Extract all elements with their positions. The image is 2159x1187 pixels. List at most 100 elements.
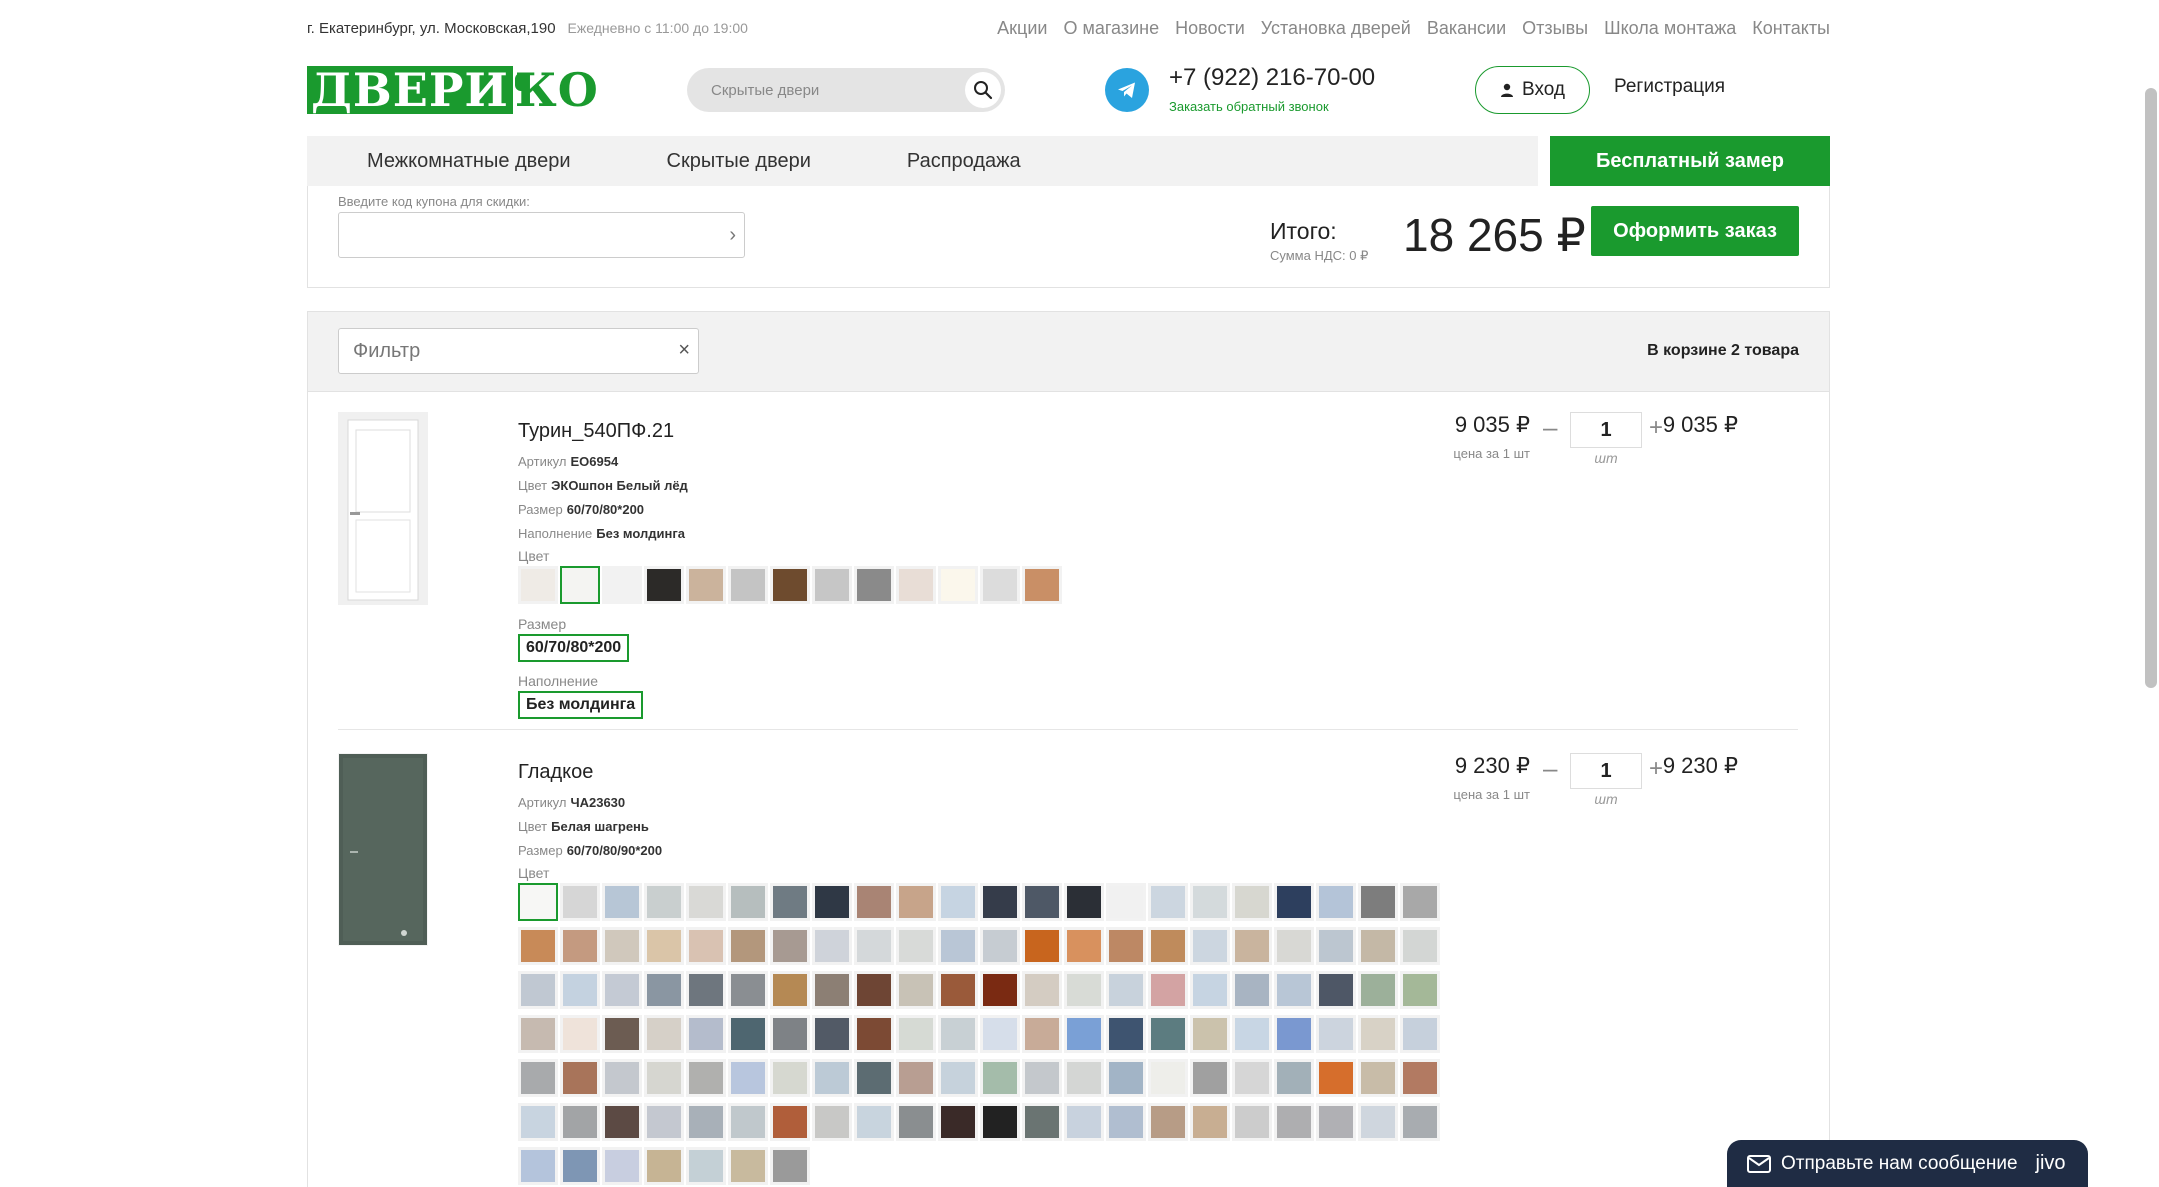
color-swatch[interactable] [1316, 927, 1356, 965]
color-swatch[interactable] [518, 883, 558, 921]
color-swatch[interactable] [896, 883, 936, 921]
color-swatch[interactable] [560, 1059, 600, 1097]
color-swatch[interactable] [1190, 1015, 1230, 1053]
color-swatch[interactable] [560, 566, 600, 604]
color-swatch[interactable] [560, 927, 600, 965]
color-swatch[interactable] [812, 566, 852, 604]
scrollbar-thumb[interactable] [2145, 88, 2157, 688]
color-swatch[interactable] [980, 566, 1020, 604]
color-swatch[interactable] [518, 971, 558, 1009]
color-swatch[interactable] [938, 883, 978, 921]
callback-link[interactable]: Заказать обратный звонок [1169, 99, 1329, 114]
login-button[interactable]: Вход [1475, 66, 1590, 114]
color-swatch[interactable] [1106, 1015, 1146, 1053]
color-swatch[interactable] [560, 1103, 600, 1141]
color-swatch[interactable] [1148, 927, 1188, 965]
color-swatch[interactable] [1022, 1103, 1062, 1141]
color-swatch[interactable] [560, 883, 600, 921]
color-swatch[interactable] [686, 1015, 726, 1053]
color-swatch[interactable] [854, 883, 894, 921]
color-swatch[interactable] [896, 566, 936, 604]
top-nav-promo[interactable]: Акции [997, 18, 1047, 39]
color-swatch[interactable] [938, 1015, 978, 1053]
top-nav-vacancies[interactable]: Вакансии [1427, 18, 1506, 39]
color-swatch[interactable] [812, 927, 852, 965]
coupon-input[interactable]: › [338, 212, 745, 258]
color-swatch[interactable] [1316, 1015, 1356, 1053]
color-swatch[interactable] [770, 1059, 810, 1097]
color-swatch[interactable] [1232, 883, 1272, 921]
color-swatch[interactable] [1064, 883, 1104, 921]
color-swatch[interactable] [1064, 1059, 1104, 1097]
color-swatch[interactable] [686, 566, 726, 604]
color-swatch[interactable] [1148, 883, 1188, 921]
color-swatch[interactable] [602, 566, 642, 604]
color-swatch[interactable] [518, 1147, 558, 1185]
color-swatch[interactable] [644, 566, 684, 604]
top-nav-school[interactable]: Школа монтажа [1604, 18, 1736, 39]
color-swatch[interactable] [1316, 971, 1356, 1009]
menu-item-sale[interactable]: Распродажа [907, 150, 1021, 173]
color-swatch[interactable] [644, 971, 684, 1009]
chat-widget[interactable]: Отправьте нам сообщение jivo [1727, 1140, 2088, 1187]
color-swatch[interactable] [1358, 927, 1398, 965]
color-swatch[interactable] [518, 1103, 558, 1141]
qty-input[interactable]: 1 [1570, 753, 1642, 789]
color-swatch[interactable] [980, 1103, 1020, 1141]
qty-input[interactable]: 1 [1570, 412, 1642, 448]
color-swatch[interactable] [1190, 883, 1230, 921]
color-swatch[interactable] [728, 1059, 768, 1097]
color-swatch[interactable] [1358, 971, 1398, 1009]
color-swatch[interactable] [854, 1103, 894, 1141]
product-name[interactable]: Турин_540ПФ.21 [518, 420, 674, 443]
free-measure-button[interactable]: Бесплатный замер [1550, 136, 1830, 186]
color-swatch[interactable] [518, 927, 558, 965]
color-swatch[interactable] [1274, 971, 1314, 1009]
color-swatch[interactable] [770, 927, 810, 965]
color-swatch[interactable] [1358, 1103, 1398, 1141]
color-swatch[interactable] [602, 971, 642, 1009]
color-swatch[interactable] [1400, 883, 1440, 921]
color-swatch[interactable] [1190, 971, 1230, 1009]
color-swatch[interactable] [728, 971, 768, 1009]
color-swatch[interactable] [1274, 883, 1314, 921]
color-swatch[interactable] [518, 1015, 558, 1053]
color-swatch[interactable] [1316, 1103, 1356, 1141]
color-swatch[interactable] [1064, 927, 1104, 965]
color-swatch[interactable] [1190, 1103, 1230, 1141]
product-image[interactable] [338, 753, 428, 946]
color-swatch[interactable] [686, 1059, 726, 1097]
color-swatch[interactable] [770, 1103, 810, 1141]
color-swatch[interactable] [1106, 1059, 1146, 1097]
color-swatch[interactable] [812, 1103, 852, 1141]
top-nav-about[interactable]: О магазине [1063, 18, 1159, 39]
color-swatch[interactable] [518, 1059, 558, 1097]
color-swatch[interactable] [896, 971, 936, 1009]
color-swatch[interactable] [770, 1147, 810, 1185]
color-swatch[interactable] [1232, 1015, 1272, 1053]
color-swatch[interactable] [1022, 1059, 1062, 1097]
site-logo[interactable]: ДВЕРИ КО [307, 63, 598, 117]
color-swatch[interactable] [728, 1147, 768, 1185]
color-swatch[interactable] [602, 1103, 642, 1141]
color-swatch[interactable] [812, 883, 852, 921]
color-swatch[interactable] [1148, 971, 1188, 1009]
color-swatch[interactable] [938, 971, 978, 1009]
color-swatch[interactable] [770, 566, 810, 604]
color-swatch[interactable] [602, 1147, 642, 1185]
color-swatch[interactable] [770, 971, 810, 1009]
color-swatch[interactable] [1106, 971, 1146, 1009]
color-swatch[interactable] [1022, 927, 1062, 965]
color-swatch[interactable] [980, 971, 1020, 1009]
color-swatch[interactable] [1106, 1103, 1146, 1141]
color-swatch[interactable] [980, 927, 1020, 965]
color-swatch[interactable] [896, 1103, 936, 1141]
color-swatch[interactable] [1274, 1103, 1314, 1141]
size-option[interactable]: 60/70/80*200 [518, 634, 630, 662]
color-swatch[interactable] [1232, 971, 1272, 1009]
color-swatch[interactable] [1232, 1103, 1272, 1141]
color-swatch[interactable] [1316, 883, 1356, 921]
color-swatch[interactable] [728, 566, 768, 604]
color-swatch[interactable] [980, 1059, 1020, 1097]
color-swatch[interactable] [1148, 1059, 1188, 1097]
